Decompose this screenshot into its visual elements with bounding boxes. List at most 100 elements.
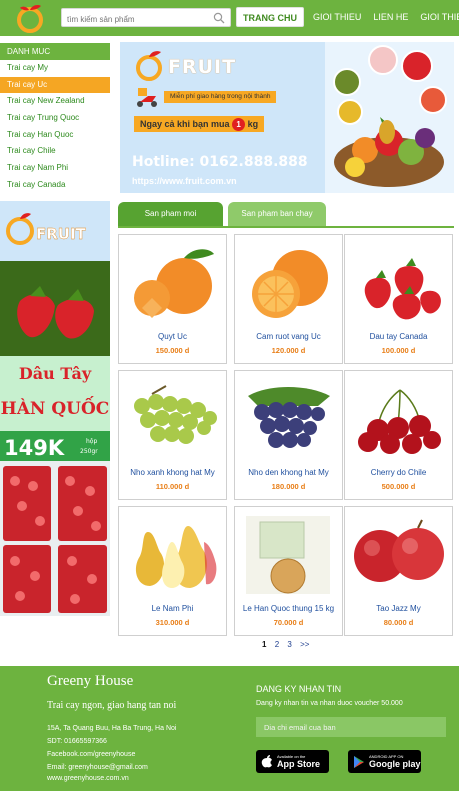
- product-price: 100.000 d: [381, 346, 416, 355]
- product-price: 110.000 d: [155, 482, 190, 491]
- main-nav: TRANG CHU GIOI THIEU LIEN HE GIOI THIEU: [236, 7, 459, 27]
- hero-banner[interactable]: FRUIT Miễn phí giao hàng trong nội thành…: [120, 42, 454, 193]
- footer-address: 15A, Ta Quang Buu, Ha Ba Trung, Ha Noi: [47, 725, 177, 732]
- product-card[interactable]: Quyt Uc 150.000 d: [118, 234, 227, 364]
- footer-email[interactable]: Email: greenyhouse@gmail.com: [47, 764, 148, 771]
- nav-contact[interactable]: LIEN HE: [367, 7, 414, 27]
- category-item[interactable]: Trai cay Trung Quoc: [0, 110, 110, 127]
- footer-brand: Greeny House: [47, 673, 134, 689]
- category-item[interactable]: Trai cay Uc: [0, 76, 110, 94]
- banner-hotline: Hotline: 0162.888.888: [132, 154, 308, 170]
- orange-icon: [252, 250, 328, 318]
- product-tabs: San pham moi San pham ban chay: [118, 202, 454, 228]
- black-grape-icon: [248, 387, 330, 448]
- product-card[interactable]: Le Han Quoc thung 15 kg 70.000 d: [234, 506, 343, 636]
- tab-best-sellers[interactable]: San pham ban chay: [228, 202, 326, 226]
- nav-about[interactable]: GIOI THIEU: [307, 7, 367, 27]
- category-item[interactable]: Trai cay Canada: [0, 177, 110, 194]
- promo-prefix: Ngay cả khi bạn mua: [140, 119, 230, 129]
- header: TRANG CHU GIOI THIEU LIEN HE GIOI THIEU: [0, 0, 459, 36]
- promo-qty: 1: [232, 118, 246, 131]
- footer-phone: SDT: 01665597366: [47, 738, 107, 745]
- page-1[interactable]: 1: [262, 640, 266, 649]
- product-card[interactable]: Le Nam Phi 310.000 d: [118, 506, 227, 636]
- ad-unit-top: hộp: [86, 438, 97, 445]
- tab-new-products[interactable]: San pham moi: [118, 202, 223, 226]
- product-name[interactable]: Dau tay Canada: [345, 332, 452, 341]
- product-name[interactable]: Nho xanh khong hat My: [119, 468, 226, 477]
- footer: Greeny House Trai cay ngon, giao hang ta…: [0, 666, 459, 791]
- category-item[interactable]: Trai cay Nam Phi: [0, 160, 110, 177]
- app-store-button[interactable]: Available on the App Store: [256, 750, 329, 773]
- green-grape-icon: [134, 385, 217, 444]
- ad-line2: HÀN QUỐC: [1, 396, 110, 419]
- search-input[interactable]: [62, 11, 212, 28]
- search-box[interactable]: [61, 8, 231, 28]
- footer-facebook[interactable]: Facebook.com/greenyhouse: [47, 751, 135, 758]
- ad-line1: Dâu Tây: [19, 364, 92, 383]
- product-name[interactable]: Quyt Uc: [119, 332, 226, 341]
- apple-logo-icon: [261, 754, 272, 767]
- product-name[interactable]: Le Nam Phi: [119, 604, 226, 613]
- page-3[interactable]: 3: [287, 640, 291, 649]
- fruit-logo-icon[interactable]: [14, 3, 48, 33]
- google-play-label: Google play: [369, 759, 421, 769]
- strawberry-ad-banner[interactable]: FRUIT Dâu Tây HÀN QUỐC 149K hộp 250gr: [0, 201, 110, 616]
- promo-suffix: kg: [247, 119, 259, 129]
- product-card[interactable]: Cam ruot vang Uc 120.000 d: [234, 234, 343, 364]
- ad-unit-bottom: 250gr: [80, 448, 98, 455]
- product-price: 500.000 d: [381, 482, 416, 491]
- cherry-icon: [358, 389, 441, 454]
- pagination: 1 2 3 >>: [262, 640, 315, 649]
- product-card[interactable]: Nho den khong hat My 180.000 d: [234, 370, 343, 500]
- page-2[interactable]: 2: [275, 640, 279, 649]
- banner-logo-icon: [136, 51, 162, 81]
- product-name[interactable]: Tao Jazz My: [345, 604, 452, 613]
- banner-promo: Ngay cả khi bạn mua 1 kg: [134, 116, 265, 132]
- search-icon[interactable]: [213, 12, 225, 24]
- ad-brand: FRUIT: [36, 225, 87, 243]
- nav-home[interactable]: TRANG CHU: [236, 7, 304, 27]
- nav-about-2[interactable]: GIOI THIEU: [414, 7, 459, 27]
- product-price: 310.000 d: [155, 618, 190, 627]
- footer-slogan: Trai cay ngon, giao hang tan noi: [47, 700, 177, 711]
- apple-icon: [354, 519, 444, 582]
- category-item[interactable]: Trai cay My: [0, 60, 110, 77]
- product-card[interactable]: Nho xanh khong hat My 110.000 d: [118, 370, 227, 500]
- app-store-label: App Store: [277, 759, 321, 769]
- category-item[interactable]: Trai cay New Zealand: [0, 93, 110, 110]
- asian-pear-icon: [246, 516, 330, 594]
- strawberry-icon: [364, 258, 441, 320]
- subscribe-title: DANG KY NHAN TIN: [256, 684, 342, 694]
- pear-icon: [135, 526, 217, 588]
- google-play-icon: [354, 755, 364, 768]
- category-item[interactable]: Trai cay Chile: [0, 143, 110, 160]
- product-price: 150.000 d: [155, 346, 190, 355]
- product-name[interactable]: Cam ruot vang Uc: [235, 332, 342, 341]
- product-name[interactable]: Le Han Quoc thung 15 kg: [235, 604, 342, 613]
- product-price: 180.000 d: [271, 482, 306, 491]
- ad-price: 149K: [4, 436, 65, 460]
- google-play-button[interactable]: ANDROID APP ON Google play: [348, 750, 421, 773]
- mandarin-icon: [134, 249, 214, 318]
- page-next[interactable]: >>: [300, 640, 309, 649]
- subscribe-note: Dang ky nhan tin va nhan duoc voucher 50…: [256, 700, 403, 707]
- category-list: Trai cay My Trai cay Uc Trai cay New Zea…: [0, 60, 110, 194]
- subscribe-email-input[interactable]: [256, 717, 446, 737]
- product-card[interactable]: Cherry do Chile 500.000 d: [344, 370, 453, 500]
- product-card[interactable]: Dau tay Canada 100.000 d: [344, 234, 453, 364]
- fruit-basket-illustration: [325, 42, 454, 193]
- product-price: 70.000 d: [273, 618, 304, 627]
- product-name[interactable]: Nho den khong hat My: [235, 468, 342, 477]
- banner-url[interactable]: https://www.fruit.com.vn: [132, 176, 237, 186]
- category-title: DANH MUC: [0, 43, 110, 60]
- product-card[interactable]: Tao Jazz My 80.000 d: [344, 506, 453, 636]
- product-price: 120.000 d: [271, 346, 306, 355]
- product-price: 80.000 d: [383, 618, 414, 627]
- delivery-scooter-icon: [137, 88, 157, 107]
- footer-website[interactable]: www.greenyhouse.com.vn: [47, 775, 129, 782]
- banner-shipping: Miễn phí giao hàng trong nội thành: [164, 91, 277, 103]
- product-name[interactable]: Cherry do Chile: [345, 468, 452, 477]
- banner-brand: FRUIT: [168, 56, 237, 78]
- category-item[interactable]: Trai cay Han Quoc: [0, 127, 110, 144]
